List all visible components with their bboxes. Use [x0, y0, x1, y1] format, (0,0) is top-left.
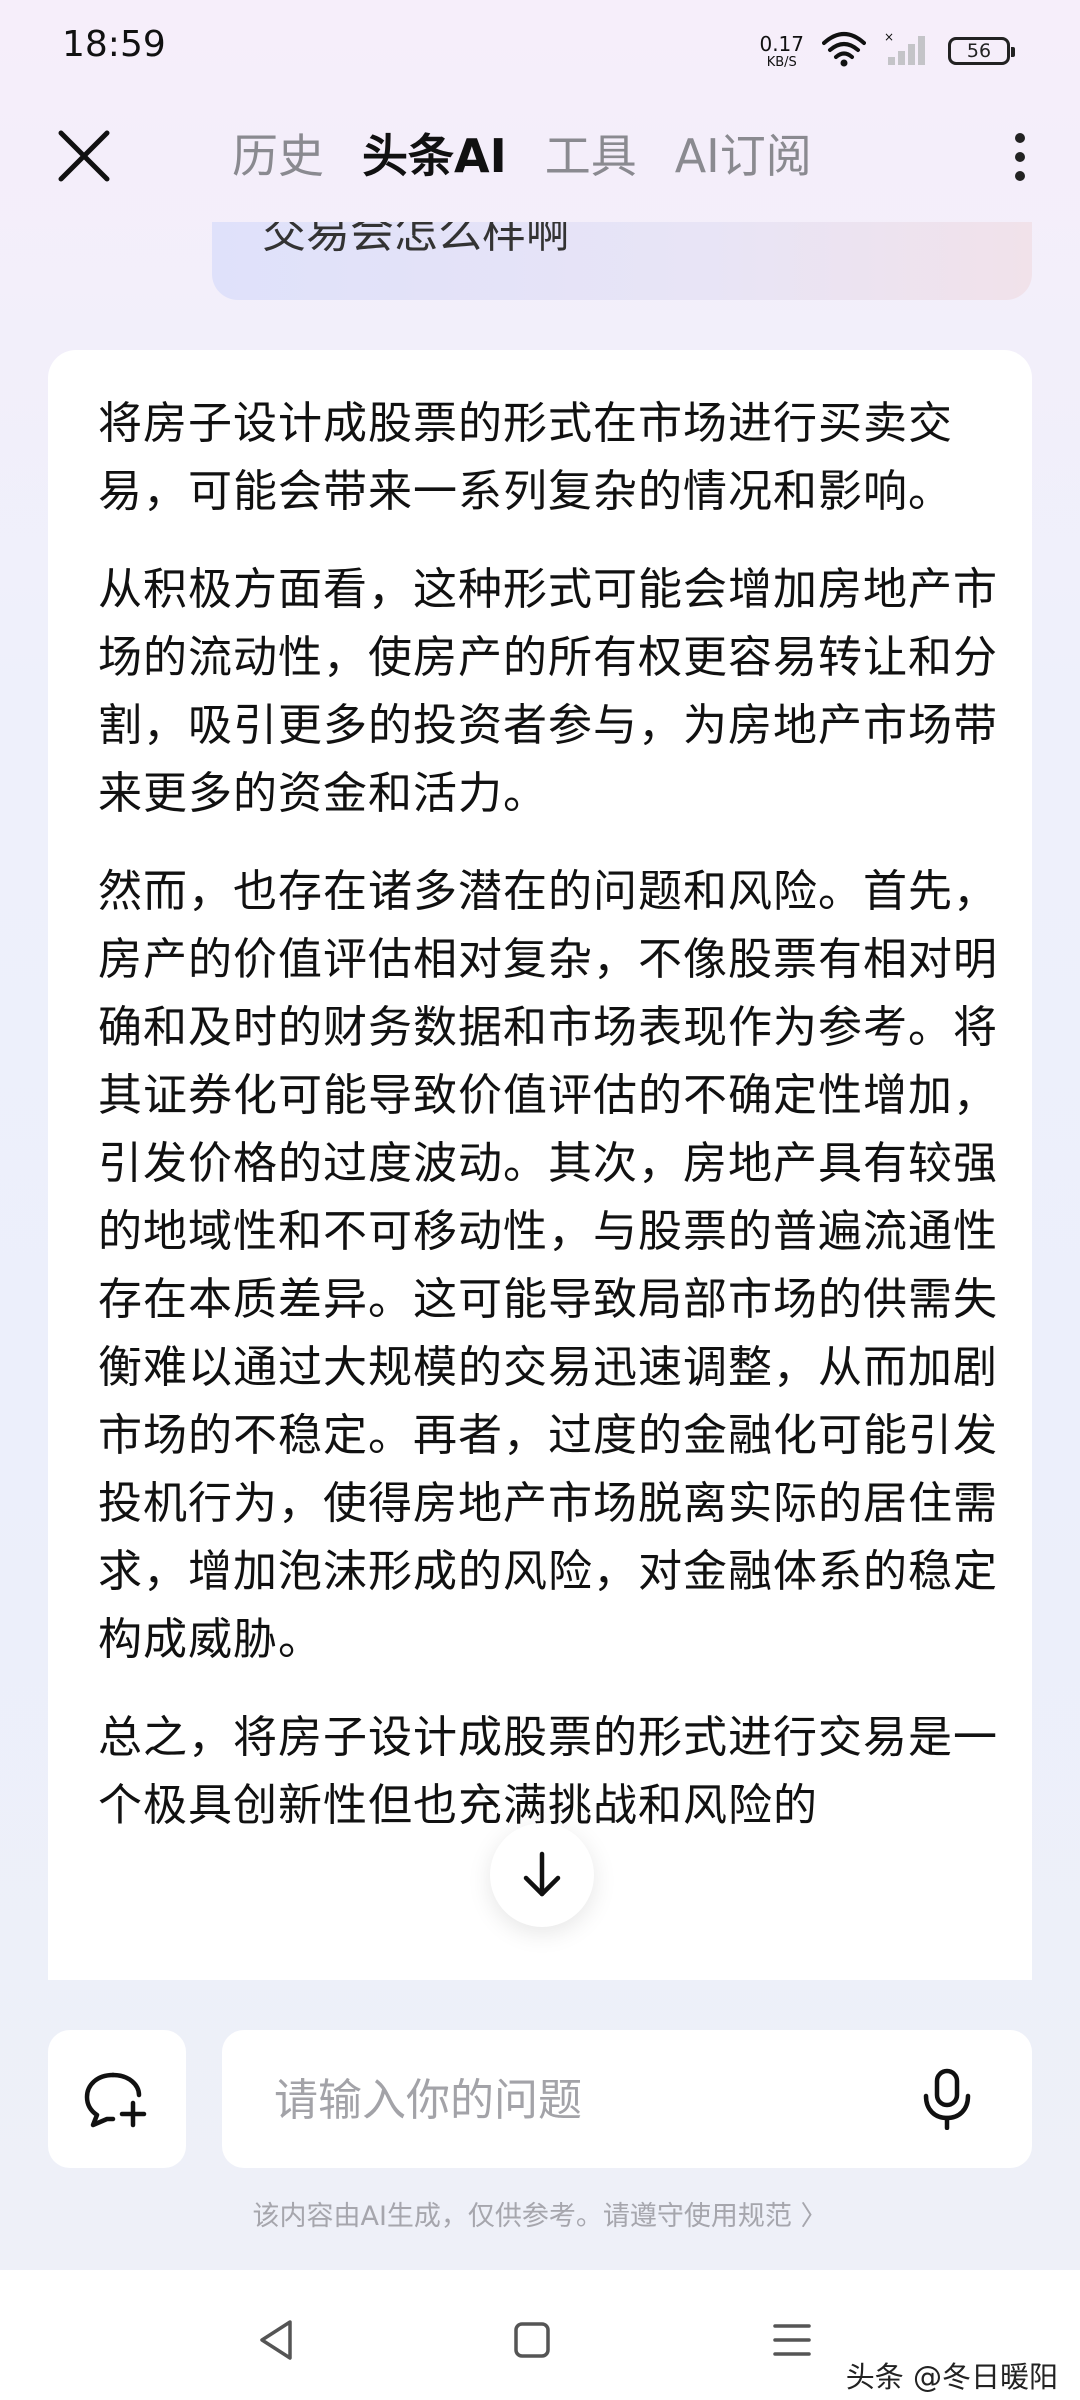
scroll-to-bottom-button[interactable]	[490, 1823, 594, 1927]
user-message-text: 交易会怎么样啊	[262, 222, 570, 258]
network-speed-value: 0.17	[759, 31, 804, 56]
tab-tools[interactable]: 工具	[545, 120, 637, 186]
status-time: 18:59	[62, 24, 166, 65]
ai-disclaimer-link[interactable]: 该内容由AI生成，仅供参考。请遵守使用规范 〉	[0, 2194, 1080, 2233]
system-nav-bar: 头条 @冬日暖阳	[0, 2270, 1080, 2400]
ai-answer-card: 将房子设计成股票的形式在市场进行买卖交易，可能会带来一系列复杂的情况和影响。 从…	[48, 350, 1032, 1980]
top-nav: 历史 头条AI 工具 AI订阅	[0, 110, 1080, 200]
new-chat-icon	[84, 2072, 147, 2128]
menu-lines-icon	[773, 2324, 811, 2356]
more-dots-icon	[1015, 133, 1025, 143]
status-icons: 0.17 KB/S × 56	[759, 26, 1015, 76]
ai-answer-body: 将房子设计成股票的形式在市场进行买卖交易，可能会带来一系列复杂的情况和影响。 从…	[98, 390, 1018, 1870]
network-speed-unit: KB/S	[766, 54, 797, 70]
battery-icon: 56	[948, 37, 1015, 65]
home-button[interactable]	[502, 2310, 562, 2370]
voice-input-button[interactable]	[912, 2064, 982, 2134]
question-input-box	[222, 2030, 1032, 2168]
svg-text:×: ×	[884, 31, 894, 44]
answer-paragraph: 从积极方面看，这种形式可能会增加房地产市场的流动性，使房产的所有权更容易转让和分…	[98, 564, 998, 819]
network-speed: 0.17 KB/S	[759, 34, 804, 69]
answer-paragraph: 总之，将房子设计成股票的形式进行交易是一个极具创新性但也充满挑战和风险的	[98, 1712, 998, 1831]
arrow-down-icon	[523, 1851, 561, 1897]
answer-paragraph: 然而，也存在诸多潜在的问题和风险。首先，房产的价值评估相对复杂，不像股票有相对明…	[98, 866, 998, 1665]
back-button[interactable]	[246, 2310, 306, 2370]
user-message-bubble: 交易会怎么样啊	[212, 222, 1032, 300]
answer-paragraph: 将房子设计成股票的形式在市场进行买卖交易，可能会带来一系列复杂的情况和影响。	[98, 398, 953, 517]
tab-ai-subscription[interactable]: AI订阅	[675, 120, 812, 186]
home-square-icon	[514, 2322, 550, 2358]
recents-button[interactable]	[762, 2310, 822, 2370]
tab-history[interactable]: 历史	[232, 120, 324, 186]
nav-tabs: 历史 头条AI 工具 AI订阅	[232, 120, 812, 186]
input-area	[0, 2030, 1080, 2170]
new-chat-button[interactable]	[48, 2030, 186, 2168]
signal-icon: ×	[884, 30, 930, 71]
question-input[interactable]	[272, 2064, 876, 2136]
status-bar: 18:59 0.17 KB/S × 56	[0, 0, 1080, 100]
back-triangle-icon	[260, 2320, 292, 2360]
microphone-icon	[923, 2068, 971, 2130]
watermark: 头条 @冬日暖阳	[845, 2360, 1058, 2394]
wifi-icon	[822, 31, 866, 71]
more-menu-button[interactable]	[990, 122, 1050, 192]
close-icon	[58, 130, 110, 182]
tab-toutiao-ai[interactable]: 头条AI	[362, 120, 507, 186]
close-button[interactable]	[52, 124, 116, 188]
